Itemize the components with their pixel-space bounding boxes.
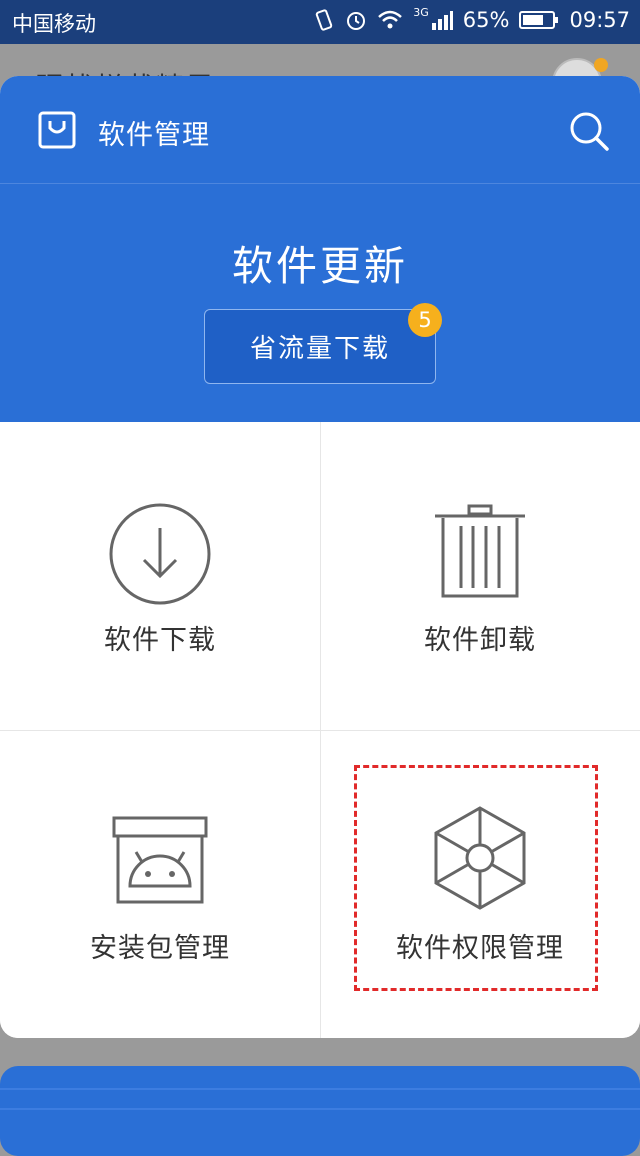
battery-icon [519,11,559,29]
grid-item-software-uninstall[interactable]: 软件卸载 [320,422,640,730]
card-stack-divider [0,1088,640,1090]
background-card-stack [0,1066,640,1156]
grid-item-label: 安装包管理 [90,933,230,964]
panel-header: 软件管理 [0,76,640,184]
status-bar: 中国移动 3G 65% 09:57 [0,0,640,44]
software-update-section: 软件更新 省流量下载 [0,184,640,423]
wifi-icon [378,10,403,29]
trash-icon [435,504,525,598]
signal-icon [431,11,453,30]
battery-percent: 65% [462,8,510,32]
download-button-label: 省流量下载 [249,334,390,364]
clock: 09:57 [569,8,630,32]
android-package-icon [112,816,208,904]
search-icon[interactable] [568,110,610,152]
carrier-name: 中国移动 [12,12,96,36]
grid-item-software-download[interactable]: 软件下载 [0,422,320,730]
update-count-badge: 5 [408,303,442,337]
highlight-annotation-box [354,765,598,991]
grid-item-label: 软件下载 [104,625,216,656]
shopping-bag-icon [38,111,76,149]
grid-item-package-management[interactable]: 安装包管理 [0,730,320,1038]
grid-divider-horizontal [0,730,640,731]
status-icons: 3G 65% 09:57 [313,5,630,32]
software-update-title: 软件更新 [232,242,408,290]
panel-title: 软件管理 [98,120,210,151]
grid-item-label: 软件卸载 [424,625,536,656]
network-type: 3G [413,5,429,19]
alarm-icon [347,12,366,30]
notification-dot [594,58,608,72]
vibrate-icon [316,9,333,31]
download-circle-icon [109,503,211,605]
save-data-download-button[interactable]: 省流量下载 [204,309,436,384]
card-stack-divider [0,1108,640,1110]
